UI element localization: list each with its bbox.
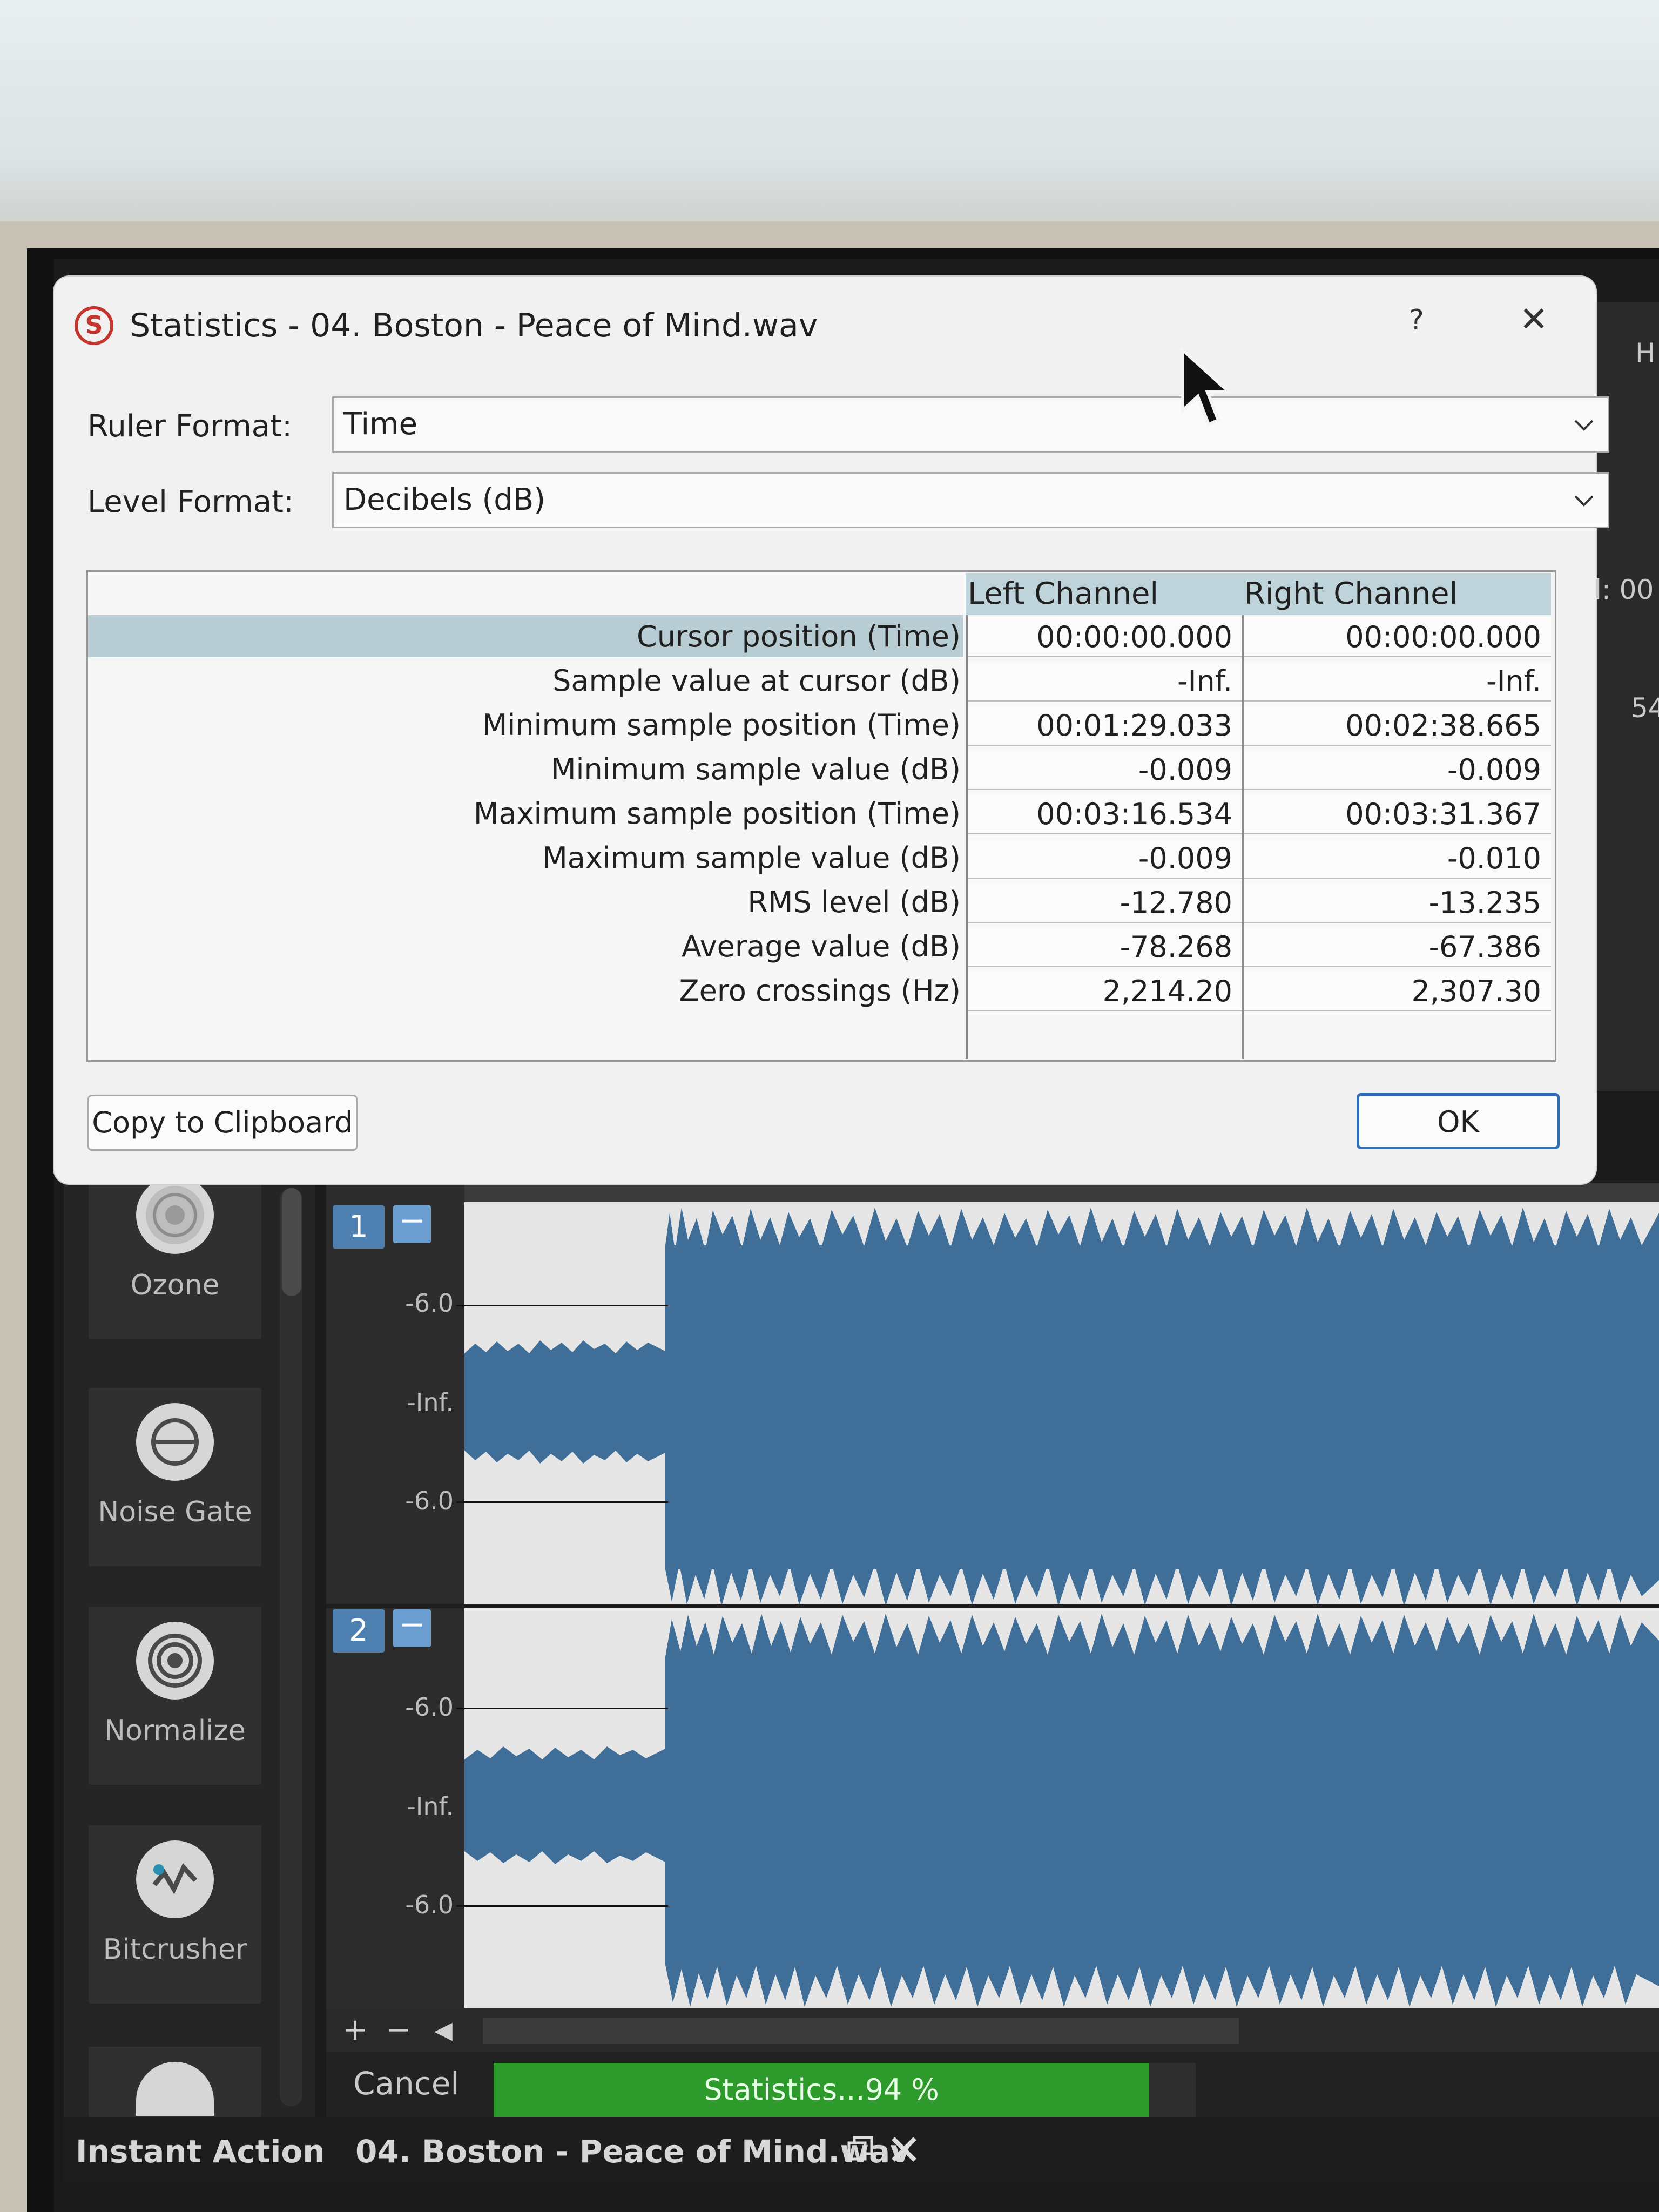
waveform-channel-1[interactable] (464, 1202, 1659, 1607)
left-channel-value[interactable]: 00:00:00.000 (968, 617, 1242, 657)
plugin-label: Ozone (130, 1269, 220, 1301)
left-channel-value[interactable]: -78.268 (968, 927, 1242, 967)
plugin-ozone[interactable]: Ozone (89, 1161, 261, 1339)
close-icon[interactable] (890, 2134, 918, 2171)
normalize-icon (136, 1622, 214, 1700)
zoom-out-button[interactable]: − (386, 2012, 411, 2047)
sidebar-scrollbar[interactable] (280, 1188, 302, 2106)
plugin-normalize[interactable]: Normalize (89, 1607, 261, 1785)
right-channel-value[interactable]: 2,307.30 (1244, 972, 1551, 1011)
restore-icon[interactable] (847, 2134, 875, 2171)
db-gridline (456, 1305, 668, 1306)
plugin-label: Noise Gate (98, 1496, 252, 1528)
track-number-1[interactable]: 1 (333, 1205, 385, 1249)
statistics-progress-bar: Statistics...94 % (494, 2063, 1196, 2117)
plugin-bitcrusher[interactable]: Bitcrusher (89, 1825, 261, 2004)
db-label: -6.0 (405, 1486, 454, 1515)
row-label: Average value (dB) (681, 929, 961, 963)
ruler-format-select[interactable]: Time (332, 396, 1609, 453)
ruler-format-value: Time (343, 407, 418, 442)
row-label: RMS level (dB) (747, 885, 961, 919)
plugin-partial[interactable] (89, 2047, 261, 2117)
track-collapse-button-1[interactable]: − (393, 1204, 431, 1243)
horizontal-scroll-bar: + − ◀ (326, 2009, 1659, 2052)
cancel-button[interactable]: Cancel (353, 2065, 460, 2102)
right-channel-value[interactable]: -0.009 (1244, 750, 1551, 790)
zoom-in-button[interactable]: + (342, 2012, 368, 2047)
timeline-ruler[interactable] (464, 1183, 1659, 1202)
right-channel-value[interactable]: 00:03:31.367 (1244, 794, 1551, 834)
wall-background (0, 0, 1659, 221)
db-gridline (456, 1708, 668, 1709)
noise-gate-icon (136, 1403, 214, 1481)
left-channel-value[interactable]: 00:03:16.534 (968, 794, 1242, 834)
left-channel-value[interactable]: -Inf. (968, 662, 1242, 702)
db-label: -6.0 (405, 1890, 454, 1919)
tab-file[interactable]: 04. Boston - Peace of Mind.wav (355, 2133, 911, 2170)
dialog-title: Statistics - 04. Boston - Peace of Mind.… (130, 307, 818, 345)
app-logo-icon: S (75, 306, 113, 345)
background-app-text: 54 (1631, 692, 1659, 724)
ruler-format-label: Ruler Format: (87, 409, 292, 444)
progress-text: Statistics...94 % (704, 2073, 939, 2107)
bottom-tab-bar: Instant Action 04. Boston - Peace of Min… (64, 2117, 1659, 2182)
help-button[interactable]: ? (1398, 301, 1435, 339)
level-format-select[interactable]: Decibels (dB) (332, 472, 1609, 528)
db-label: -6.0 (405, 1692, 454, 1722)
right-channel-value[interactable]: -0.010 (1244, 839, 1551, 879)
left-channel-value[interactable]: -0.009 (968, 839, 1242, 879)
level-format-value: Decibels (dB) (343, 482, 546, 517)
row-label: Zero crossings (Hz) (679, 974, 961, 1008)
waveform-channel-2[interactable] (464, 1608, 1659, 2008)
db-label: -Inf. (407, 1388, 454, 1417)
status-bar: Cancel Statistics...94 % (326, 2052, 1659, 2117)
horizontal-scroll-thumb[interactable] (483, 2018, 1239, 2044)
scroll-left-button[interactable]: ◀ (434, 2017, 453, 2044)
right-channel-value[interactable]: 00:00:00.000 (1244, 617, 1551, 657)
left-channel-value[interactable]: 2,214.20 (968, 972, 1242, 1011)
plugin-icon-partial (136, 2062, 214, 2116)
statistics-dialog: S Statistics - 04. Boston - Peace of Min… (54, 276, 1609, 1184)
ok-button[interactable]: OK (1357, 1093, 1560, 1149)
mouse-pointer-icon (1181, 346, 1233, 427)
right-channel-value[interactable]: -Inf. (1244, 662, 1551, 702)
level-format-label: Level Format: (87, 484, 294, 520)
ozone-icon (136, 1176, 214, 1254)
left-channel-value[interactable]: -12.780 (968, 883, 1242, 923)
row-label: Minimum sample position (Time) (482, 708, 961, 742)
copy-to-clipboard-button[interactable]: Copy to Clipboard (87, 1095, 358, 1151)
db-label: -Inf. (407, 1792, 454, 1821)
sidebar-scroll-thumb[interactable] (282, 1188, 301, 1296)
chevron-down-icon (1574, 420, 1594, 431)
row-label: Sample value at cursor (dB) (552, 664, 961, 698)
track-collapse-button-2[interactable]: − (393, 1608, 431, 1647)
background-app-text: l: 00 (1594, 574, 1654, 605)
db-gridline (456, 1905, 668, 1907)
db-label: -6.0 (405, 1289, 454, 1318)
left-channel-value[interactable]: -0.009 (968, 750, 1242, 790)
row-label: Maximum sample value (dB) (542, 841, 961, 875)
plugin-label: Bitcrusher (103, 1933, 247, 1966)
statistics-table: Left Channel Right Channel Cursor positi… (86, 570, 1556, 1062)
left-channel-value[interactable]: 00:01:29.033 (968, 706, 1242, 746)
row-label: Minimum sample value (dB) (550, 752, 961, 786)
row-label: Cursor position (Time) (636, 619, 961, 653)
bitcrusher-icon (136, 1840, 214, 1918)
column-header-left-channel[interactable]: Left Channel (966, 573, 1242, 615)
right-channel-value[interactable]: 00:02:38.665 (1244, 706, 1551, 746)
track-number-2[interactable]: 2 (333, 1609, 385, 1653)
background-app-text: H (1635, 338, 1656, 369)
right-channel-value[interactable]: -67.386 (1244, 927, 1551, 967)
plugin-label: Normalize (104, 1715, 246, 1747)
tab-instant-action[interactable]: Instant Action (76, 2133, 325, 2170)
track-divider (326, 1604, 1659, 1608)
chevron-down-icon (1574, 495, 1594, 507)
db-gridline (456, 1501, 668, 1503)
close-button[interactable]: ✕ (1512, 298, 1555, 341)
right-channel-value[interactable]: -13.235 (1244, 883, 1551, 923)
row-label: Maximum sample position (Time) (473, 797, 961, 831)
column-header-right-channel[interactable]: Right Channel (1242, 573, 1551, 615)
plugin-noise-gate[interactable]: Noise Gate (89, 1388, 261, 1566)
